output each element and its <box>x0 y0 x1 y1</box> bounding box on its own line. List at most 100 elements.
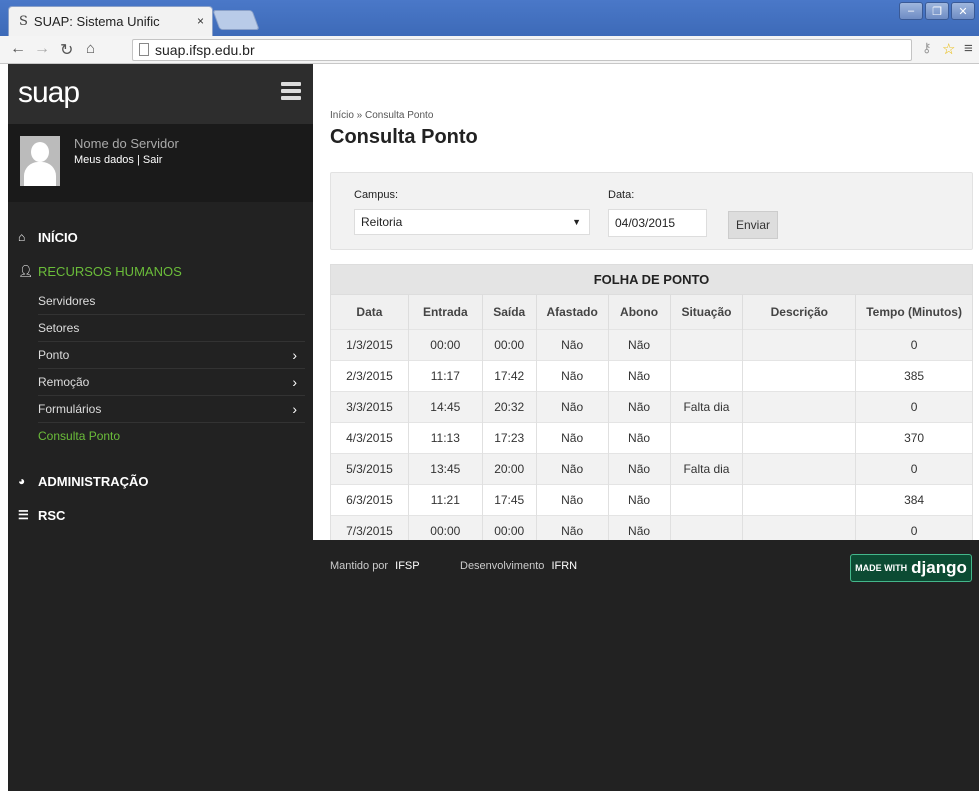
home-icon[interactable]: ⌂ <box>86 40 95 57</box>
table-cell: 384 <box>855 484 973 516</box>
django-badge[interactable]: MADE WITH django <box>850 554 972 582</box>
table-cell: Não <box>535 329 609 361</box>
mantido-value[interactable]: IFSP <box>395 560 419 572</box>
footer-desenvolvimento: Desenvolvimento IFRN <box>460 560 577 572</box>
table-cell: 00:00 <box>481 515 537 540</box>
col-data: Data <box>330 294 409 330</box>
table-cell: 0 <box>855 515 973 540</box>
tab-close-icon[interactable]: × <box>197 14 204 28</box>
django-badge-small: MADE WITH <box>855 563 908 573</box>
table-cell <box>742 422 857 454</box>
campus-select[interactable]: Reitoria ▼ <box>354 209 590 235</box>
tab-title: SUAP: Sistema Unific <box>33 14 160 29</box>
col-tempo: Tempo (Minutos) <box>855 294 973 330</box>
favicon-icon: S <box>19 14 28 29</box>
hamburger-icon[interactable] <box>281 82 301 103</box>
table-cell: 00:00 <box>481 329 537 361</box>
table-cell <box>742 360 857 392</box>
page-title: Consulta Ponto <box>330 126 478 148</box>
menu-item-formularios[interactable]: Formulários › <box>38 396 305 423</box>
table-cell: Não <box>607 360 671 392</box>
table-cell: Não <box>607 422 671 454</box>
page-icon <box>139 43 149 56</box>
user-box: Nome do Servidor Meus dados | Sair <box>8 124 313 202</box>
table-cell: 1/3/2015 <box>330 329 409 361</box>
minimize-icon[interactable]: – <box>899 2 923 20</box>
menu-rsc[interactable]: ☰ RSC <box>8 498 313 532</box>
django-badge-logo: django <box>911 558 967 577</box>
sidebar: suap Nome do Servidor Meus dados | Sair … <box>8 64 313 791</box>
table-cell: 11:17 <box>407 360 483 392</box>
logo[interactable]: suap <box>18 76 80 110</box>
menu-icon[interactable]: ≡ <box>964 40 973 57</box>
star-icon[interactable]: ☆ <box>942 40 955 58</box>
table-cell <box>669 422 744 454</box>
folha-ponto-table: FOLHA DE PONTO Data Entrada Saída Afasta… <box>330 264 973 540</box>
table-cell: 20:32 <box>481 391 537 423</box>
menu-item-remocao-label: Remoção <box>38 375 90 389</box>
table-cell: 5/3/2015 <box>330 453 409 485</box>
table-cell: 370 <box>855 422 973 454</box>
footer: Mantido por IFSP Desenvolvimento IFRN MA… <box>313 540 979 791</box>
menu-item-servidores[interactable]: Servidores <box>38 288 305 315</box>
sidebar-menu: ⌂ INÍCIO 👤︎ RECURSOS HUMANOS Servidores … <box>8 202 313 532</box>
table-cell <box>669 515 744 540</box>
col-abono: Abono <box>607 294 671 330</box>
avatar <box>20 136 60 186</box>
submit-button[interactable]: Enviar <box>728 211 778 239</box>
menu-item-setores[interactable]: Setores <box>38 315 305 342</box>
menu-inicio[interactable]: ⌂ INÍCIO <box>8 220 313 254</box>
dev-value[interactable]: IFRN <box>551 560 577 572</box>
table-cell <box>742 453 857 485</box>
table-cell: 11:13 <box>407 422 483 454</box>
table-cell: 7/3/2015 <box>330 515 409 540</box>
table-caption: FOLHA DE PONTO <box>330 264 973 295</box>
table-cell: Não <box>535 515 609 540</box>
table-cell: 2/3/2015 <box>330 360 409 392</box>
table-cell: Não <box>535 453 609 485</box>
table-cell: 0 <box>855 329 973 361</box>
table-cell: 385 <box>855 360 973 392</box>
key-icon[interactable]: ⚷ <box>922 40 932 56</box>
table-cell: Falta dia <box>669 453 744 485</box>
table-row: 2/3/2015 11:17 17:42 Não Não 385 <box>330 360 973 392</box>
close-window-icon[interactable]: ✕ <box>951 2 975 20</box>
table-cell: Não <box>607 484 671 516</box>
dev-label: Desenvolvimento <box>460 560 545 572</box>
restore-icon[interactable]: ❐ <box>925 2 949 20</box>
menu-item-ponto[interactable]: Ponto › <box>38 342 305 369</box>
menu-item-consulta-ponto[interactable]: Consulta Ponto <box>38 423 305 450</box>
table-cell: 4/3/2015 <box>330 422 409 454</box>
browser-tab[interactable]: S SUAP: Sistema Unific × <box>8 6 213 36</box>
table-row: 5/3/2015 13:45 20:00 Não Não Falta dia 0 <box>330 453 973 485</box>
table-cell: Não <box>535 391 609 423</box>
table-cell <box>742 329 857 361</box>
table-cell <box>742 484 857 516</box>
briefcase-icon: ☰ <box>18 508 29 522</box>
table-cell: Não <box>535 422 609 454</box>
menu-item-remocao[interactable]: Remoção › <box>38 369 305 396</box>
menu-recursos-humanos[interactable]: 👤︎ RECURSOS HUMANOS <box>8 254 313 288</box>
browser-titlebar: S SUAP: Sistema Unific × – ❐ ✕ <box>0 0 979 36</box>
table-cell: 13:45 <box>407 453 483 485</box>
user-name: Nome do Servidor <box>74 136 179 151</box>
col-descricao: Descrição <box>742 294 857 330</box>
reload-icon[interactable]: ↻ <box>60 40 73 60</box>
table-cell: 0 <box>855 453 973 485</box>
campus-label: Campus: <box>354 189 399 201</box>
date-input[interactable]: 04/03/2015 <box>608 209 707 237</box>
table-cell <box>669 484 744 516</box>
back-icon[interactable]: ← <box>10 40 26 58</box>
table-cell <box>742 391 857 423</box>
menu-item-formularios-label: Formulários <box>38 402 102 416</box>
table-cell: 20:00 <box>481 453 537 485</box>
address-bar[interactable]: suap.ifsp.edu.br <box>132 39 912 61</box>
user-links[interactable]: Meus dados | Sair <box>74 154 162 166</box>
menu-administracao[interactable]: ◕ ADMINISTRAÇÃO <box>8 464 313 498</box>
new-tab-button[interactable] <box>212 10 260 30</box>
table-cell: 0 <box>855 391 973 423</box>
breadcrumb[interactable]: Início » Consulta Ponto <box>330 110 433 121</box>
campus-select-value: Reitoria <box>361 215 403 229</box>
footer-mantido: Mantido por IFSP <box>330 560 420 572</box>
forward-icon[interactable]: → <box>34 40 50 58</box>
